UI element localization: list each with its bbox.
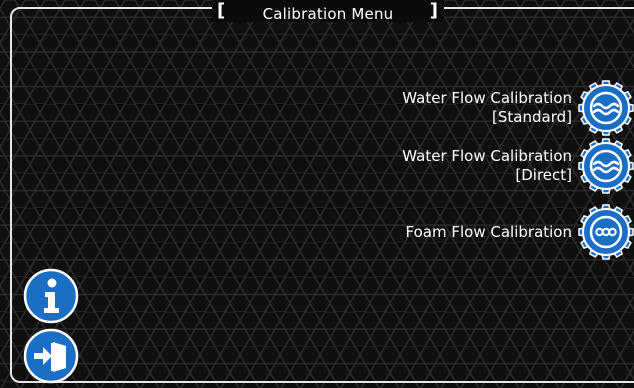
page-title: Calibration Menu [262,5,394,23]
menu-item-label: Water Flow Calibration [Direct] [402,147,572,185]
water-flow-calibration-standard-button[interactable]: Water Flow Calibration [Standard] [402,80,634,136]
menu-item-title: Foam Flow Calibration [405,222,572,241]
exit-button[interactable] [23,328,79,384]
title-bracket-right: ] [429,0,438,21]
info-button[interactable] [23,268,79,324]
menu-item-label: Water Flow Calibration [Standard] [402,89,572,127]
info-icon [23,268,79,324]
menu-item-subtitle: [Direct] [515,166,572,184]
menu-item-subtitle: [Standard] [492,108,572,126]
title-bar: [ Calibration Menu ] [212,0,444,22]
exit-icon [23,328,79,384]
calibration-screen: [ Calibration Menu ] Water Flow Calibrat… [0,0,634,388]
foam-flow-calibration-button[interactable]: Foam Flow Calibration [406,204,634,260]
water-gear-icon [578,138,634,194]
menu-item-label: Foam Flow Calibration [406,223,572,242]
water-gear-icon [578,80,634,136]
screen-frame [10,7,634,383]
water-flow-calibration-direct-button[interactable]: Water Flow Calibration [Direct] [402,138,634,194]
menu-item-title: Water Flow Calibration [402,147,572,165]
menu-item-title: Water Flow Calibration [402,89,572,107]
foam-gear-icon [578,204,634,260]
